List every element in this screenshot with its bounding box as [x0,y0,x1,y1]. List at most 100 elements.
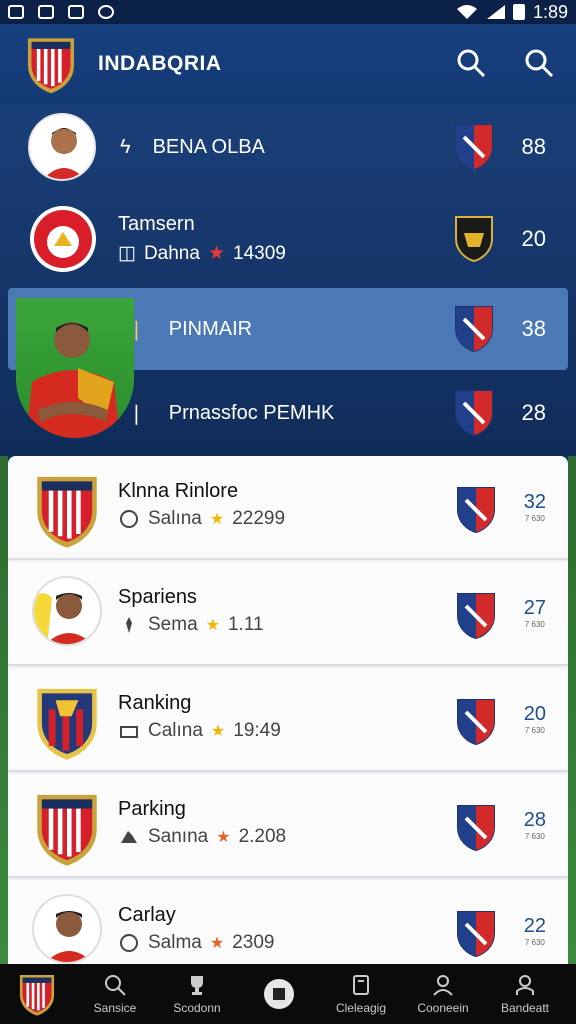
list-item[interactable]: Spariens Sema ★ 1.11 27 7 630 [8,562,568,666]
club-logo[interactable] [24,33,78,95]
rank-number: 22 [523,915,546,937]
stadium-icon: ◫ [118,243,136,264]
club-logo [32,682,102,762]
club-badge [456,698,496,746]
rank-value: 20 7 630 [524,704,546,735]
row-value: 88 [521,134,546,159]
bottom-navigation: Sansice Scodonn Cleleagig Cooneein Bande… [0,964,576,1024]
nav-label: Scodonn [173,1001,221,1015]
rank-number: 32 [523,491,546,513]
nav-home[interactable] [0,964,74,1024]
star-icon: ★ [210,723,226,740]
player-icon [126,617,132,633]
bolt-icon: ❘ [128,402,145,425]
nav-label: Cooneein [417,1001,469,1015]
background-pitch [0,456,8,964]
wifi-icon [456,5,477,19]
notification-icon [8,5,24,19]
card-sub-value: 22299 [232,508,286,529]
notification-icon [98,5,114,19]
club-logo [30,206,96,272]
row-name: Prnassfoc PEMHK [168,401,335,424]
rank-value: 27 7 630 [524,598,546,629]
stadium-icon [120,726,138,738]
notification-icon [68,5,84,19]
card-title: Carlay [118,904,176,926]
club-badge [454,389,494,437]
nav-item-calendar[interactable]: Cleleagig [320,964,402,1024]
club-badge [456,486,496,534]
avatar [32,576,102,646]
card-sub-text: Sanına [148,826,209,847]
list-item[interactable]: Ranking Calına ★ 19:49 20 7 630 [8,668,568,772]
card-title: Parking [118,798,186,820]
nav-item-search[interactable]: Sansice [74,964,156,1024]
user-icon [516,975,534,995]
star-icon: ★ [205,617,220,634]
club-badge [454,215,494,263]
nav-label: Cleleagig [335,1001,387,1015]
card-sub-value: 1.11 [227,614,264,635]
avatar [28,113,96,181]
card-title: Klnna Rinlore [118,480,239,502]
club-logo [32,788,102,868]
status-time: 1:89 [532,1,568,22]
battery-icon [512,4,525,20]
search-icon[interactable] [456,48,486,78]
status-bar: 1:89 [0,0,576,24]
club-badge [454,123,494,171]
card-title: Spariens [118,586,197,608]
avatar [32,894,102,964]
row-sub-value: 14309 [233,242,286,264]
rank-value: 32 7 630 [524,492,546,523]
rank-value: 22 7 630 [524,916,546,947]
row-name: BENA OLBA [152,135,265,158]
list-item[interactable]: Parking Sanına ★ 2.208 28 7 630 [8,774,568,878]
row-sub-text: Dahna [143,242,200,264]
bolt-icon: ϟ [120,135,131,158]
rank-sub: 7 630 [524,514,545,523]
profile-icon [433,975,453,996]
card-sub-text: Calına [148,720,203,741]
app-header: INDABQRIA [0,24,576,104]
club-badge [456,910,496,958]
club-badge [456,592,496,640]
ball-icon [264,979,294,1009]
list-item[interactable]: ϟ BENA OLBA 88 [0,104,576,190]
nav-item-account[interactable]: Bandeatt [484,964,566,1024]
rank-sub: 7 630 [524,726,545,735]
nav-item-scores[interactable]: Scodonn [156,964,238,1024]
search-icon[interactable] [524,48,554,78]
nav-item-center[interactable] [238,964,320,1024]
card-sub-text: Sema [148,614,198,635]
nav-label: Sansice [93,1001,137,1015]
star-icon: ★ [216,829,231,846]
star-icon: ★ [209,935,225,952]
rank-value: 28 7 630 [524,810,546,841]
nav-item-connect[interactable]: Cooneein [402,964,484,1024]
row-value: 28 [521,400,546,425]
ball-icon [120,934,138,952]
card-sub-value: 19:49 [233,720,281,741]
star-icon: ★ [207,243,225,264]
background-pitch [568,456,576,964]
list-item[interactable]: ❘ Prnassfoc PEMHK 28 [0,370,576,456]
list-item[interactable]: Klnna Rinlore Salına ★ 22299 32 7 630 [8,456,568,560]
row-value: 38 [521,316,546,341]
list-item[interactable]: Tamsern ◫ Dahna ★ 14309 20 [0,196,576,282]
rank-sub: 7 630 [524,938,545,947]
list-item[interactable]: Carlay Salma ★ 2309 22 7 630 [8,880,568,964]
club-badge [454,305,494,353]
rank-sub: 7 630 [524,620,545,629]
search-icon [105,975,126,996]
boot-icon [121,831,137,843]
card-sub-text: Salma [148,932,202,953]
star-icon: ★ [209,511,225,528]
rank-number: 20 [523,703,546,725]
nav-label: Bandeatt [500,1001,550,1015]
row-value: 20 [521,226,546,251]
ranking-list-cards: Klnna Rinlore Salına ★ 22299 32 7 630 Sp… [8,456,568,964]
card-title: Ranking [118,692,192,714]
club-logo [32,470,102,550]
trophy-icon [191,976,203,995]
